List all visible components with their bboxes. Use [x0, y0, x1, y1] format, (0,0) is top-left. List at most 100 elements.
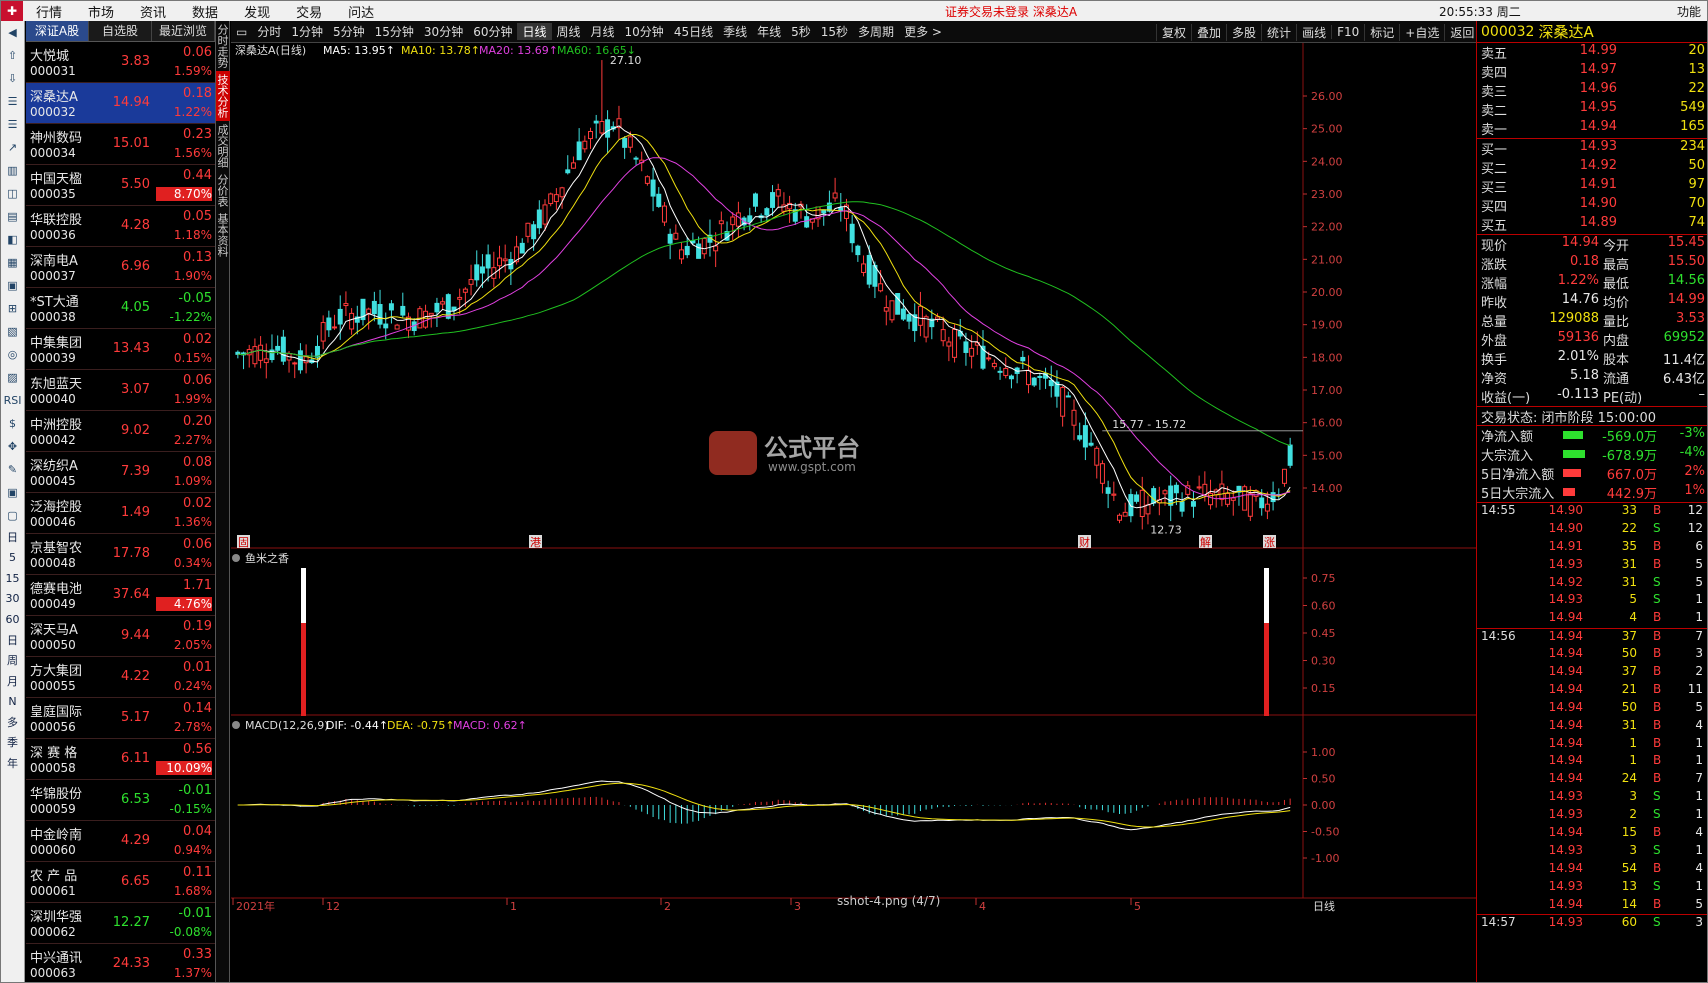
period-shortcut[interactable]: 15: [1, 568, 24, 589]
tool-icon[interactable]: ▨: [1, 366, 24, 389]
stock-row[interactable]: 德赛电池 000049 37.64 1.71 4.76%: [26, 575, 215, 616]
tool-icon[interactable]: ◧: [1, 228, 24, 251]
chart-tool-button[interactable]: 复权: [1156, 23, 1191, 41]
stock-row[interactable]: 深桑达A 000032 14.94 0.18 1.22%: [26, 83, 215, 124]
tool-icon[interactable]: ✎: [1, 458, 24, 481]
period-button[interactable]: 5分钟: [328, 23, 370, 40]
tool-icon[interactable]: ▧: [1, 320, 24, 343]
event-marker[interactable]: 解: [1199, 535, 1212, 549]
stock-row[interactable]: 中国天楹 000035 5.50 0.44 8.70%: [26, 165, 215, 206]
view-tab[interactable]: 分时走势: [216, 21, 230, 71]
chart-tool-button[interactable]: 多股: [1226, 23, 1261, 41]
stock-row[interactable]: 深 赛 格 000058 6.11 0.56 10.09%: [26, 739, 215, 780]
stock-row[interactable]: 农 产 品 000061 6.65 0.11 1.68%: [26, 862, 215, 903]
macd-toggle-icon[interactable]: [232, 721, 240, 729]
chart-tool-button[interactable]: 叠加: [1191, 23, 1226, 41]
period-button[interactable]: 多周期: [853, 23, 899, 40]
view-tab[interactable]: 分价表: [216, 171, 230, 210]
event-marker[interactable]: 港: [529, 535, 542, 549]
period-shortcut[interactable]: 日: [1, 630, 24, 651]
period-shortcut[interactable]: 多: [1, 712, 24, 733]
menu-item[interactable]: 市场: [75, 2, 127, 21]
chart-tool-button[interactable]: 画线: [1296, 23, 1331, 41]
chart-tool-button[interactable]: +自选: [1399, 23, 1444, 41]
tool-icon[interactable]: ▣: [1, 481, 24, 504]
stock-row[interactable]: 神州数码 000034 15.01 0.23 1.56%: [26, 124, 215, 165]
tool-icon[interactable]: ◀: [1, 21, 24, 44]
period-button[interactable]: 30分钟: [419, 23, 468, 40]
menu-item[interactable]: 行情: [23, 2, 75, 21]
stock-row[interactable]: 泛海控股 000046 1.49 0.02 1.36%: [26, 493, 215, 534]
tool-icon[interactable]: RSI: [1, 389, 24, 412]
period-button[interactable]: 60分钟: [468, 23, 517, 40]
period-button[interactable]: 年线: [752, 23, 786, 40]
view-tab[interactable]: 基本资料: [216, 210, 230, 260]
period-shortcut[interactable]: N: [1, 691, 24, 712]
period-shortcut[interactable]: 月: [1, 671, 24, 692]
period-shortcut[interactable]: 日: [1, 527, 24, 548]
menu-item[interactable]: 问达: [335, 2, 387, 21]
stock-row[interactable]: 中洲控股 000042 9.02 0.20 2.27%: [26, 411, 215, 452]
period-shortcut[interactable]: 年: [1, 753, 24, 774]
period-button[interactable]: 45日线: [669, 23, 718, 40]
event-marker[interactable]: 固: [237, 535, 250, 549]
period-button[interactable]: 日线: [517, 23, 552, 40]
view-tab[interactable]: 技术分析: [216, 71, 230, 121]
period-shortcut[interactable]: 30: [1, 589, 24, 610]
stock-list-tab[interactable]: 最近浏览: [152, 21, 215, 41]
view-tab[interactable]: 成交明细: [216, 121, 230, 171]
period-button[interactable]: 15分钟: [370, 23, 419, 40]
stock-row[interactable]: 大悦城 000031 3.83 0.06 1.59%: [26, 42, 215, 83]
menu-item[interactable]: 交易: [283, 2, 335, 21]
tool-icon[interactable]: ⇩: [1, 67, 24, 90]
chart-tool-button[interactable]: 返回: [1444, 23, 1479, 41]
stock-row[interactable]: 方大集团 000055 4.22 0.01 0.24%: [26, 657, 215, 698]
period-button[interactable]: 分时: [252, 23, 286, 40]
tool-icon[interactable]: ⇧: [1, 44, 24, 67]
period-button[interactable]: 更多 >: [899, 23, 947, 40]
stock-row[interactable]: 京基智农 000048 17.78 0.06 0.34%: [26, 534, 215, 575]
period-shortcut[interactable]: 60: [1, 609, 24, 630]
stock-row[interactable]: 深南电A 000037 6.96 0.13 1.90%: [26, 247, 215, 288]
tool-icon[interactable]: ↗: [1, 136, 24, 159]
period-button[interactable]: 5秒: [786, 23, 816, 40]
menu-item[interactable]: 发现: [231, 2, 283, 21]
chart-tool-button[interactable]: 标记: [1364, 23, 1399, 41]
stock-row[interactable]: *ST大通 000038 4.05 -0.05 -1.22%: [26, 288, 215, 329]
function-button[interactable]: 功能: [1677, 3, 1701, 20]
menu-item[interactable]: 数据: [179, 2, 231, 21]
stock-row[interactable]: 深天马A 000050 9.44 0.19 2.05%: [26, 616, 215, 657]
chart-tool-button[interactable]: F10: [1331, 25, 1364, 39]
menu-item[interactable]: 资讯: [127, 2, 179, 21]
tool-icon[interactable]: ☰: [1, 90, 24, 113]
tool-icon[interactable]: ✥: [1, 435, 24, 458]
stock-row[interactable]: 深圳华强 000062 12.27 -0.01 -0.08%: [26, 903, 215, 944]
tool-icon[interactable]: ☰: [1, 113, 24, 136]
period-shortcut[interactable]: 5: [1, 548, 24, 569]
indicator1-toggle-icon[interactable]: [232, 554, 240, 562]
tool-icon[interactable]: ▣: [1, 274, 24, 297]
stock-row[interactable]: 华联控股 000036 4.28 0.05 1.18%: [26, 206, 215, 247]
tool-icon[interactable]: $: [1, 412, 24, 435]
tool-icon[interactable]: ◫: [1, 182, 24, 205]
stock-row[interactable]: 中金岭南 000060 4.29 0.04 0.94%: [26, 821, 215, 862]
tool-icon[interactable]: ▥: [1, 159, 24, 182]
kline-chart[interactable]: 26.0025.0024.0023.0022.0021.0020.0019.00…: [231, 43, 1476, 983]
tool-icon[interactable]: ▦: [1, 251, 24, 274]
stock-row[interactable]: 东旭蓝天 000040 3.07 0.06 1.99%: [26, 370, 215, 411]
period-button[interactable]: 10分钟: [620, 23, 669, 40]
tool-icon[interactable]: ⊞: [1, 297, 24, 320]
chart-tool-button[interactable]: 统计: [1261, 23, 1296, 41]
period-button[interactable]: 季线: [718, 23, 752, 40]
period-shortcut[interactable]: 周: [1, 650, 24, 671]
period-button[interactable]: 周线: [552, 23, 586, 40]
tick-list[interactable]: 14:55 14.90 33 B 12 14.90 22 S 12 14.91 35 B 6 14.93 3…: [1477, 503, 1707, 932]
stock-row[interactable]: 华锦股份 000059 6.53 -0.01 -0.15%: [26, 780, 215, 821]
period-button[interactable]: 月线: [586, 23, 620, 40]
period-button[interactable]: 15秒: [816, 23, 853, 40]
chart-menu-icon[interactable]: ▭: [231, 25, 252, 39]
period-button[interactable]: 1分钟: [286, 23, 328, 40]
stock-row[interactable]: 中兴通讯 000063 24.33 0.33 1.37%: [26, 944, 215, 982]
event-marker[interactable]: 财: [1078, 535, 1091, 549]
stock-list-tab[interactable]: 自选股: [89, 21, 152, 41]
